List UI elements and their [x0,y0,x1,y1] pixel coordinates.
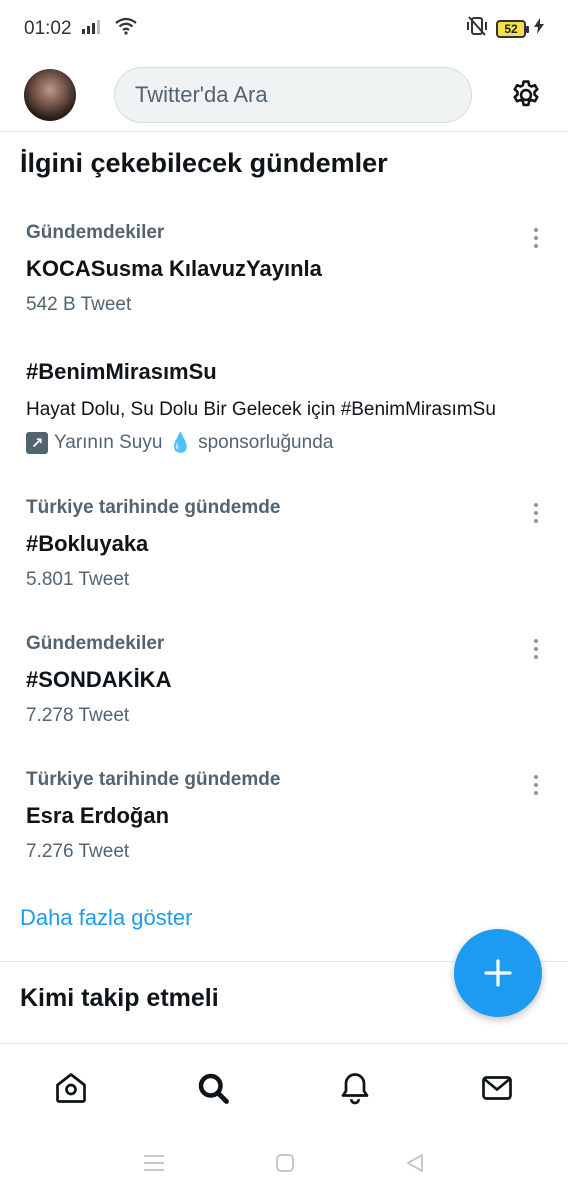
menu-icon[interactable] [143,1154,165,1177]
search-input[interactable]: Twitter'da Ara [114,66,473,123]
notifications-bell-icon[interactable] [320,1058,390,1118]
trend-meta: Türkiye tarihinde gündemde [26,769,281,790]
wifi-icon [114,17,138,41]
more-options-icon[interactable] [532,639,540,659]
who-to-follow-title: Kimi takip etmeli [20,984,219,1012]
compose-tweet-button[interactable] [454,929,542,1017]
trend-name: #SONDAKİKA [26,667,172,692]
trend-meta: Gündemdekiler [26,633,165,654]
plus-icon [484,959,512,987]
search-icon[interactable] [178,1058,248,1118]
header: Twitter'da Ara [0,58,568,132]
section-title: İlgini çekebilecek gündemler [20,148,388,178]
trend-item[interactable]: Türkiye tarihinde gündemde #Bokluyaka 5.… [0,497,568,591]
vibrate-mute-icon [466,15,488,43]
water-drop-icon: 💧 [168,433,193,454]
home-square-icon[interactable] [275,1153,295,1178]
status-right: 52 [466,15,544,43]
promoted-arrow-icon: ↗ [26,432,48,454]
search-placeholder: Twitter'da Ara [135,81,268,107]
more-options-icon[interactable] [532,228,540,248]
promo-brand: Yarının Suyu [54,432,163,453]
status-bar: 01:02 52 [0,0,568,58]
status-left: 01:02 [24,17,138,41]
avatar[interactable] [24,68,76,121]
trend-promo: ↗ Yarının Suyu 💧 sponsorluğunda [26,431,542,455]
trend-item[interactable]: Türkiye tarihinde gündemde Esra Erdoğan … [0,769,568,863]
back-triangle-icon[interactable] [405,1153,425,1178]
battery-icon: 52 [496,20,529,38]
signal-icon [81,18,104,40]
more-options-icon[interactable] [532,503,540,523]
trend-count: 7.278 Tweet [26,705,130,726]
trend-name: KOCASusma KılavuzYayınla [26,256,322,281]
trend-description: Hayat Dolu, Su Dolu Bir Gelecek için #Be… [26,399,496,420]
trend-item-promoted[interactable]: #BenimMirasımSu Hayat Dolu, Su Dolu Bir … [0,359,568,455]
settings-gear-icon[interactable] [508,77,544,113]
trend-name: #Bokluyaka [26,531,149,556]
trend-count: 542 B Tweet [26,294,132,315]
charging-icon [534,18,544,40]
bottom-tab-bar [0,1043,568,1131]
messages-envelope-icon[interactable] [462,1058,532,1118]
home-icon[interactable] [36,1058,106,1118]
trend-count: 5.801 Tweet [26,569,130,590]
promo-suffix: sponsorluğunda [198,432,334,453]
status-time: 01:02 [24,18,72,39]
trend-item[interactable]: Gündemdekiler KOCASusma KılavuzYayınla 5… [0,222,568,316]
trend-count: 7.276 Tweet [26,841,130,862]
trend-name: Esra Erdoğan [26,803,170,828]
trend-name: #BenimMirasımSu [26,359,217,384]
system-navigation-bar [0,1131,568,1200]
show-more-link[interactable]: Daha fazla göster [20,905,192,931]
trend-item[interactable]: Gündemdekiler #SONDAKİKA 7.278 Tweet [0,633,568,727]
trend-meta: Türkiye tarihinde gündemde [26,497,281,518]
trend-meta: Gündemdekiler [26,222,165,243]
more-options-icon[interactable] [532,775,540,795]
